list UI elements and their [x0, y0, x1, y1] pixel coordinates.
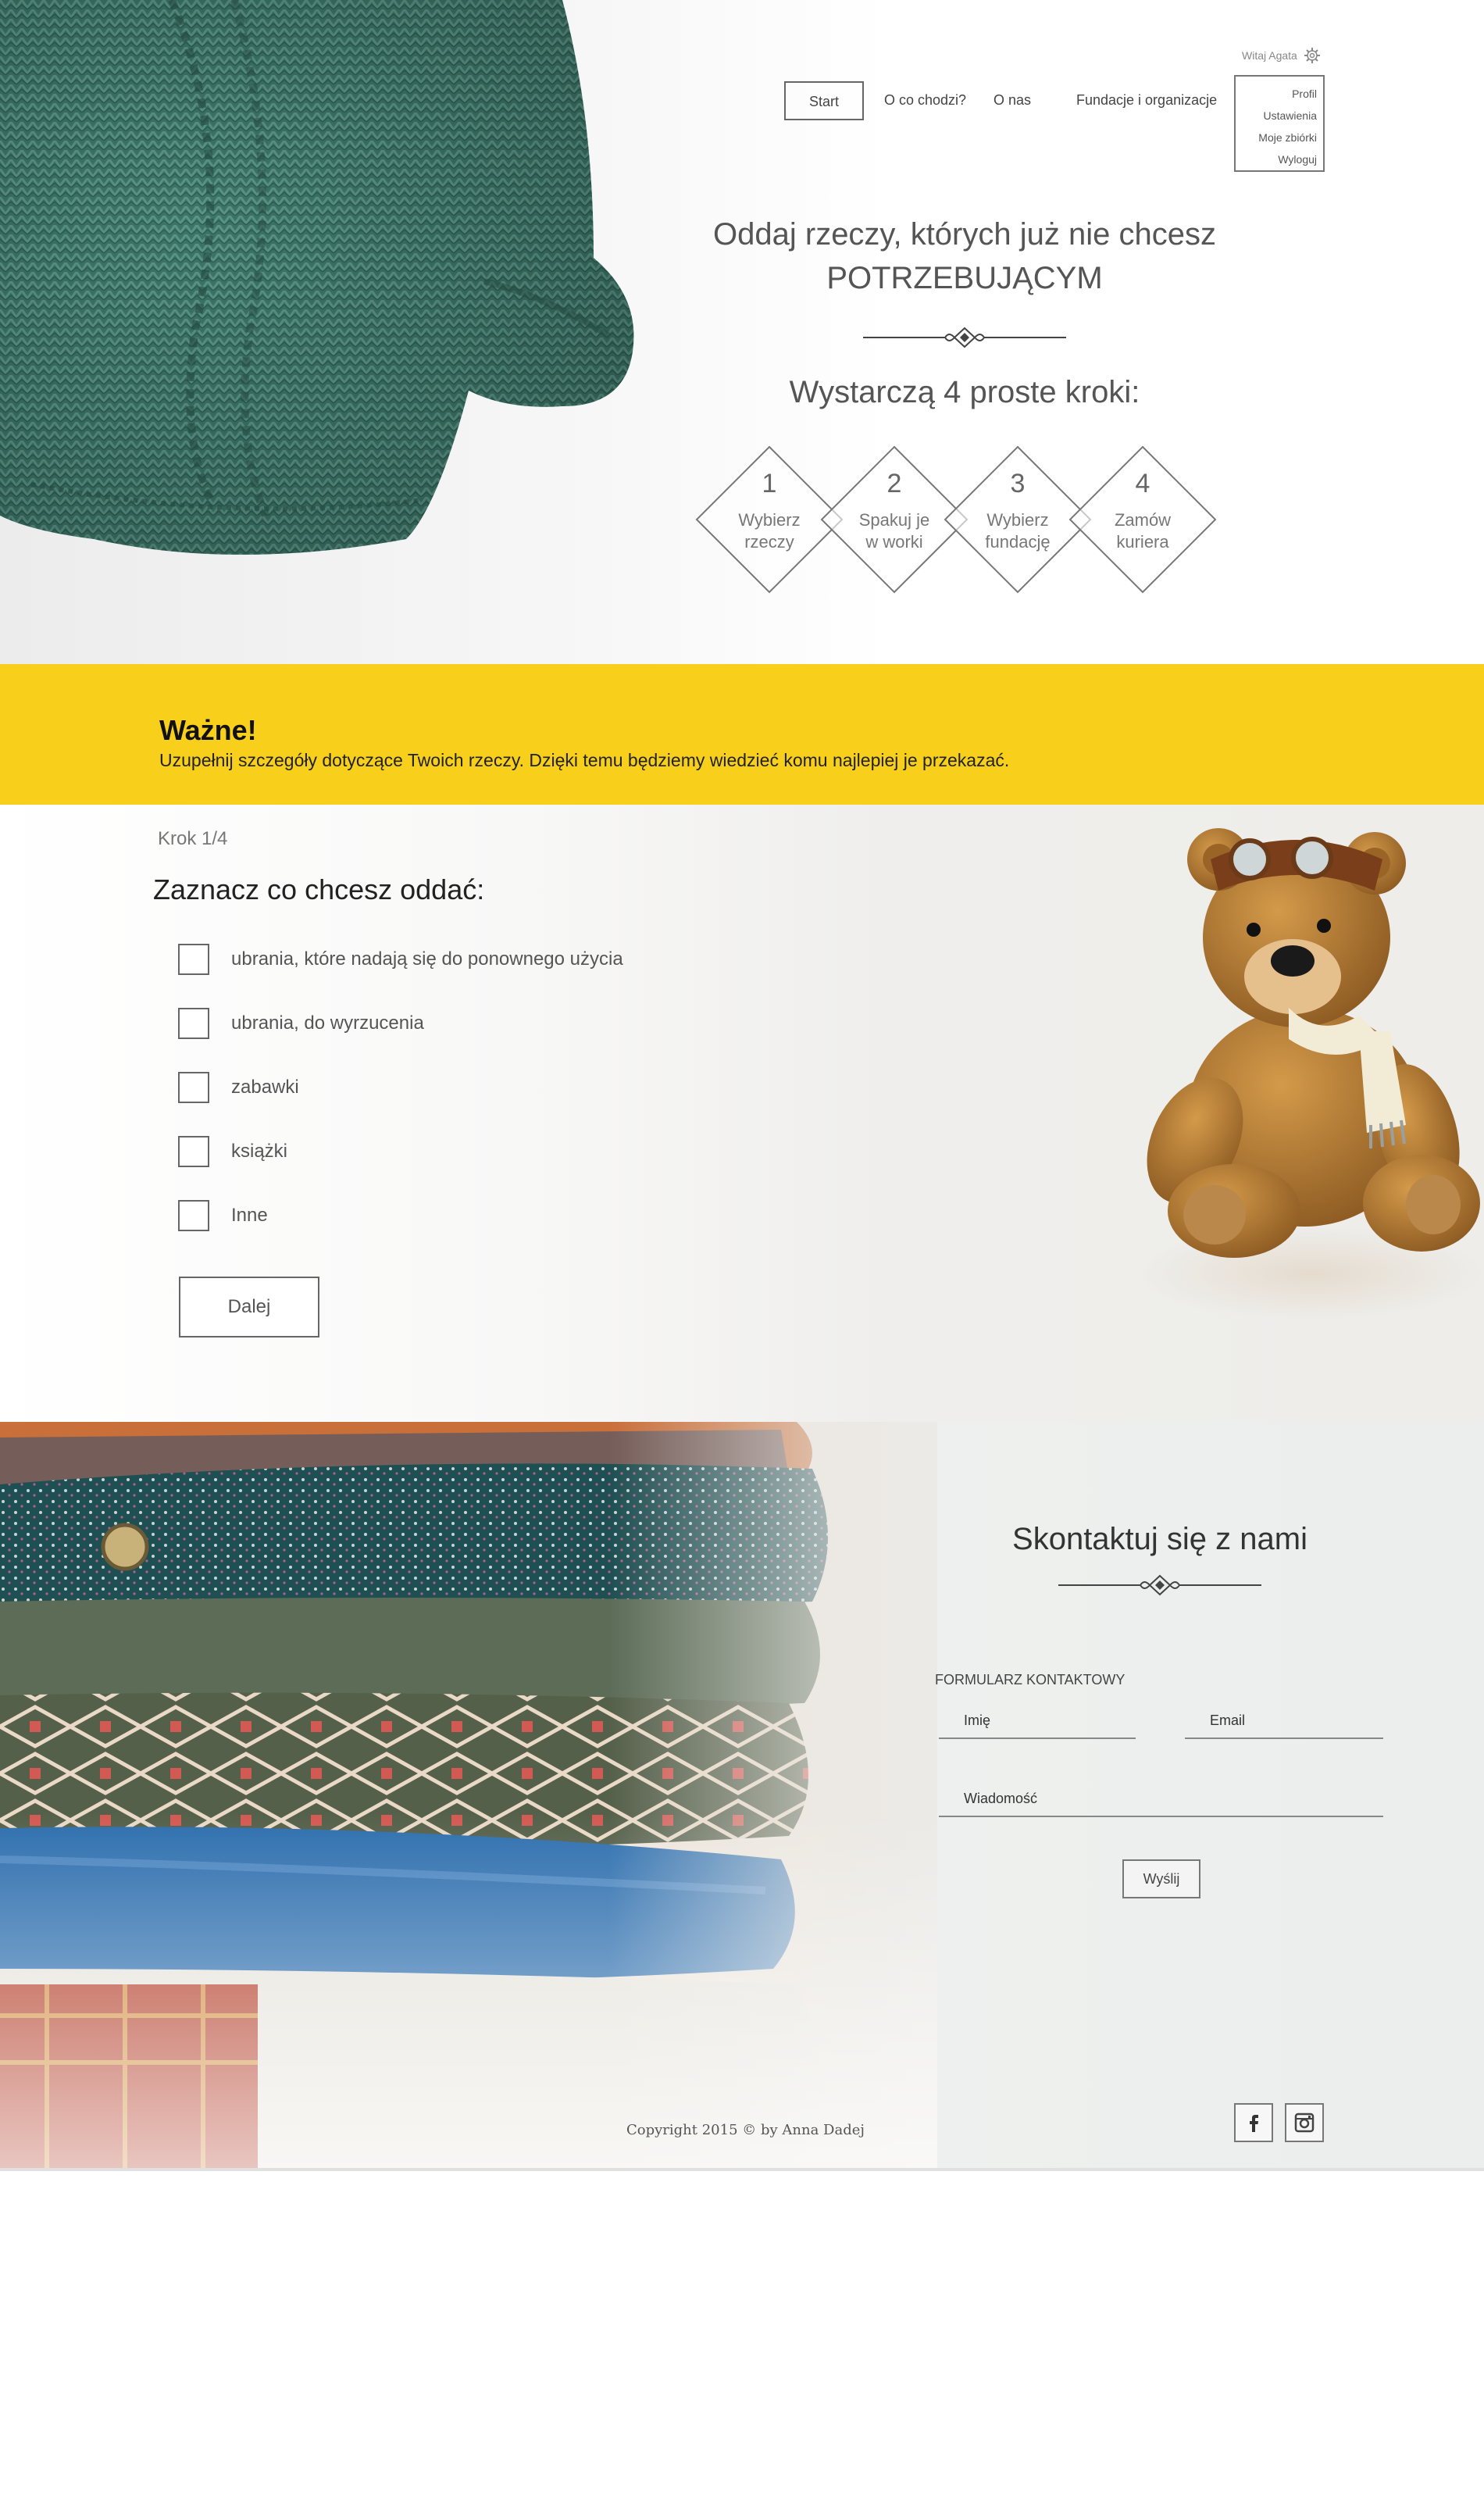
step-label-line2: kuriera [1116, 532, 1169, 552]
instagram-icon [1294, 2112, 1315, 2133]
step-label-line2: fundację [985, 532, 1051, 552]
facebook-icon [1250, 2115, 1258, 2132]
step-label-line2: w worki [865, 532, 923, 552]
user-menu-dropdown: Profil Ustawienia Moje zbiórki Wyloguj [1234, 75, 1325, 172]
message-input[interactable] [939, 1783, 1383, 1814]
step-counter: Krok 1/4 [158, 828, 228, 849]
sweater-image [0, 0, 634, 555]
menu-item-my-collections[interactable]: Moje zbiórki [1236, 127, 1317, 148]
next-button[interactable]: Dalej [179, 1277, 319, 1338]
steps-title: Wystarczą 4 proste kroki: [789, 375, 1140, 409]
step-label-line2: rzeczy [744, 532, 794, 552]
step-label: Zamów kuriera [1096, 509, 1190, 553]
step-label: Wybierz fundację [971, 509, 1065, 553]
checkbox[interactable] [178, 1072, 209, 1103]
welcome-text: Witaj Agata [1242, 49, 1297, 62]
menu-item-profile[interactable]: Profil [1236, 83, 1317, 105]
checkbox[interactable] [178, 1008, 209, 1039]
teddy-bear-image [1140, 828, 1484, 1320]
nav-foundations[interactable]: Fundacje i organizacje [1076, 81, 1217, 120]
ornament-divider [863, 327, 1066, 348]
name-field [939, 1705, 1136, 1739]
instagram-button[interactable] [1285, 2103, 1324, 2142]
step-label-line1: Wybierz [986, 510, 1049, 530]
folded-clothes-image [0, 1422, 937, 2168]
facebook-button[interactable] [1234, 2103, 1273, 2142]
page-bottom-divider [0, 2168, 1484, 2171]
welcome-message: Witaj Agata [1242, 47, 1321, 64]
send-button[interactable]: Wyślij [1122, 1859, 1200, 1898]
step-label-line1: Wybierz [738, 510, 801, 530]
option-clothes-to-discard[interactable]: ubrania, do wyrzucenia [178, 1008, 424, 1039]
contact-title: Skontaktuj się z nami [1012, 1522, 1307, 1556]
hero-title: Oddaj rzeczy, których już nie chcesz POT… [672, 212, 1257, 300]
step-label: Spakuj je w worki [847, 509, 941, 553]
checkbox[interactable] [178, 1136, 209, 1167]
nav-about-us[interactable]: O nas [983, 81, 1045, 120]
option-label: książki [231, 1141, 288, 1162]
step-4: 4 Zamów kuriera [1068, 445, 1217, 594]
email-field [1185, 1705, 1383, 1739]
step-label-line1: Spakuj je [858, 510, 930, 530]
copyright-text: Copyright 2015 © by Anna Dadej [626, 2122, 865, 2138]
menu-item-logout[interactable]: Wyloguj [1236, 148, 1317, 170]
email-input[interactable] [1185, 1705, 1383, 1736]
steps-row: 1 Wybierz rzeczy 2 Spakuj je w worki 3 Wyb… [695, 445, 1242, 609]
option-label: ubrania, do wyrzucenia [231, 1012, 424, 1034]
option-other[interactable]: Inne [178, 1200, 268, 1231]
contact-form-label: FORMULARZ KONTAKTOWY [935, 1672, 1125, 1688]
menu-item-settings[interactable]: Ustawienia [1236, 105, 1317, 127]
contact-section: Skontaktuj się z nami FORMULARZ KONTAKTO… [0, 1422, 1484, 2168]
option-label: zabawki [231, 1077, 299, 1098]
important-notice: Ważne! Uzupełnij szczegóły dotyczące Two… [0, 664, 1484, 805]
nav-about-idea[interactable]: O co chodzi? [873, 81, 973, 120]
ornament-divider [1058, 1574, 1261, 1596]
nav-start[interactable]: Start [784, 81, 864, 120]
option-books[interactable]: książki [178, 1136, 287, 1167]
message-field [939, 1783, 1383, 1817]
gear-icon[interactable] [1304, 47, 1321, 64]
checkbox[interactable] [178, 1200, 209, 1231]
hero-section: Witaj Agata Start O co chodzi? O nas Fun… [0, 0, 1484, 664]
main-nav: Start O co chodzi? O nas Fundacje i orga… [784, 81, 1226, 120]
name-input[interactable] [939, 1705, 1136, 1736]
notice-text: Uzupełnij szczegóły dotyczące Twoich rze… [159, 750, 1010, 770]
hero-title-line1: Oddaj rzeczy, których już nie chcesz [713, 217, 1216, 252]
hero-title-line2: POTRZEBUJĄCYM [826, 261, 1103, 295]
option-label: Inne [231, 1205, 268, 1226]
option-reusable-clothes[interactable]: ubrania, które nadają się do ponownego u… [178, 944, 623, 975]
notice-heading: Ważne! [159, 714, 257, 746]
form-question: Zaznacz co chcesz oddać: [153, 873, 485, 905]
checkbox[interactable] [178, 944, 209, 975]
step-label: Wybierz rzeczy [722, 509, 816, 553]
step-form-section: Krok 1/4 Zaznacz co chcesz oddać: ubrani… [0, 805, 1484, 1422]
step-label-line1: Zamów [1114, 510, 1172, 530]
step-number: 4 [1135, 469, 1150, 498]
option-toys[interactable]: zabawki [178, 1072, 299, 1103]
option-label: ubrania, które nadają się do ponownego u… [231, 948, 623, 970]
